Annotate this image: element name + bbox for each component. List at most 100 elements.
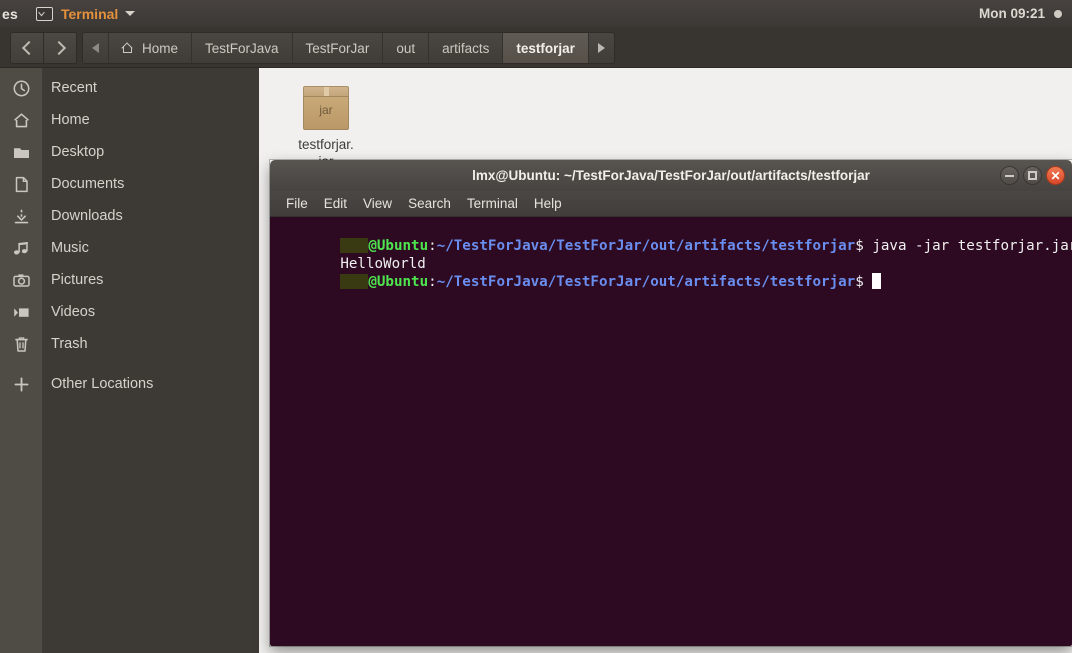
chevron-left-icon bbox=[21, 40, 36, 56]
breadcrumb-item-label: out bbox=[396, 40, 416, 56]
sidebar-item-desktop[interactable]: Desktop bbox=[0, 136, 259, 168]
breadcrumb-item-artifacts[interactable]: artifacts bbox=[429, 33, 504, 63]
top-panel-right: Mon 09:21 bbox=[979, 0, 1072, 27]
breadcrumb-scroll-right-button[interactable] bbox=[588, 33, 614, 63]
triangle-right-icon bbox=[597, 43, 605, 53]
video-icon bbox=[0, 303, 42, 322]
terminal-host: @Ubuntu bbox=[368, 238, 429, 254]
breadcrumb-item-label: testforjar bbox=[516, 40, 575, 56]
terminal-window: lmx@Ubuntu: ~/TestForJava/TestForJar/out… bbox=[270, 160, 1072, 646]
folder-icon bbox=[0, 143, 42, 162]
sidebar-item-label: Recent bbox=[51, 80, 97, 96]
back-button[interactable] bbox=[11, 33, 43, 63]
sidebar-item-label: Music bbox=[51, 240, 89, 256]
home-icon bbox=[0, 111, 42, 130]
maximize-icon bbox=[1028, 171, 1037, 180]
menu-search[interactable]: Search bbox=[400, 196, 459, 211]
app-menu-title[interactable]: Terminal bbox=[61, 6, 118, 22]
sidebar-item-music[interactable]: Music bbox=[0, 232, 259, 264]
sidebar-item-label: Videos bbox=[51, 304, 96, 320]
download-icon bbox=[0, 207, 42, 226]
unity-top-panel: es Terminal Mon 09:21 bbox=[0, 0, 1072, 27]
sidebar-item-downloads[interactable]: Downloads bbox=[0, 200, 259, 232]
music-note-icon bbox=[0, 239, 42, 258]
breadcrumb-item-label: artifacts bbox=[442, 40, 490, 56]
breadcrumb-item-label: TestForJar bbox=[305, 40, 370, 56]
terminal-sigil: $ bbox=[855, 238, 864, 254]
terminal-separator: : bbox=[428, 274, 437, 290]
terminal-title: lmx@Ubuntu: ~/TestForJava/TestForJar/out… bbox=[472, 168, 870, 183]
breadcrumb-item-testforjar-current[interactable]: testforjar bbox=[503, 33, 589, 63]
terminal-separator: : bbox=[428, 238, 437, 254]
jar-icon-label: jar bbox=[319, 103, 333, 117]
menu-file[interactable]: File bbox=[278, 196, 316, 211]
sidebar-item-other-locations[interactable]: Other Locations bbox=[0, 368, 259, 400]
terminal-path: ~/TestForJava/TestForJar/out/artifacts/t… bbox=[436, 274, 856, 290]
camera-icon bbox=[0, 271, 42, 290]
chevron-down-icon[interactable] bbox=[125, 11, 136, 16]
menu-terminal[interactable]: Terminal bbox=[459, 196, 526, 211]
sidebar-item-home[interactable]: Home bbox=[0, 104, 259, 136]
top-panel-left: es Terminal bbox=[0, 0, 136, 27]
file-item-name-line1: testforjar. bbox=[298, 137, 354, 152]
navigation-buttons bbox=[10, 32, 77, 64]
chevron-right-icon bbox=[51, 40, 66, 56]
global-menu-truncated-label: es bbox=[2, 5, 18, 22]
breadcrumb-item-label: TestForJava bbox=[205, 40, 279, 56]
terminal-titlebar[interactable]: lmx@Ubuntu: ~/TestForJava/TestForJar/out… bbox=[270, 160, 1072, 191]
sidebar-item-trash[interactable]: Trash bbox=[0, 328, 259, 360]
menu-edit[interactable]: Edit bbox=[316, 196, 355, 211]
breadcrumb-item-testforjava[interactable]: TestForJava bbox=[192, 33, 293, 63]
places-sidebar: Recent Home Desktop Documents Downloads … bbox=[0, 68, 259, 653]
file-manager-toolbar: Home TestForJava TestForJar out artifact… bbox=[0, 27, 1072, 68]
terminal-output-text: HelloWorld bbox=[340, 256, 426, 272]
close-icon: ✕ bbox=[1050, 168, 1061, 183]
desktop-screen: es Terminal Mon 09:21 Home TestForJava T… bbox=[0, 0, 1072, 653]
breadcrumb-item-testforjar[interactable]: TestForJar bbox=[292, 33, 384, 63]
sidebar-item-videos[interactable]: Videos bbox=[0, 296, 259, 328]
clock-icon bbox=[0, 79, 42, 98]
sidebar-item-recent[interactable]: Recent bbox=[0, 72, 259, 104]
breadcrumb: Home TestForJava TestForJar out artifact… bbox=[82, 32, 615, 64]
clock-indicator[interactable]: Mon 09:21 bbox=[979, 6, 1045, 21]
terminal-cursor bbox=[872, 273, 882, 289]
sidebar-item-documents[interactable]: Documents bbox=[0, 168, 259, 200]
breadcrumb-item-out[interactable]: out bbox=[383, 33, 430, 63]
breadcrumb-scroll-left-button[interactable] bbox=[83, 33, 109, 63]
sidebar-item-label: Trash bbox=[51, 336, 88, 352]
redacted-username-block bbox=[340, 274, 369, 289]
terminal-command bbox=[864, 274, 873, 290]
maximize-button[interactable] bbox=[1023, 166, 1042, 185]
document-icon bbox=[0, 175, 42, 194]
sidebar-item-label: Desktop bbox=[51, 144, 105, 160]
forward-button[interactable] bbox=[43, 33, 76, 63]
terminal-menubar: File Edit View Search Terminal Help bbox=[270, 191, 1072, 217]
menu-view[interactable]: View bbox=[355, 196, 400, 211]
terminal-host: @Ubuntu bbox=[368, 274, 429, 290]
sidebar-item-pictures[interactable]: Pictures bbox=[0, 264, 259, 296]
sidebar-item-label: Documents bbox=[51, 176, 125, 192]
file-item-testforjar-jar[interactable]: jar testforjar. jar bbox=[278, 72, 374, 170]
menu-help[interactable]: Help bbox=[526, 196, 570, 211]
home-icon bbox=[122, 42, 135, 54]
sidebar-item-label: Pictures bbox=[51, 272, 104, 288]
system-menu-icon[interactable] bbox=[1054, 9, 1062, 18]
sidebar-item-label: Home bbox=[51, 112, 90, 128]
plus-icon bbox=[0, 375, 42, 394]
trash-icon bbox=[0, 335, 42, 354]
triangle-left-icon bbox=[92, 43, 99, 53]
close-button[interactable]: ✕ bbox=[1046, 166, 1065, 185]
sidebar-item-label: Other Locations bbox=[51, 376, 154, 392]
breadcrumb-item-home[interactable]: Home bbox=[109, 33, 193, 63]
breadcrumb-item-label: Home bbox=[142, 40, 179, 56]
minimize-icon bbox=[1005, 174, 1014, 177]
terminal-line-prompt-1: @Ubuntu:~/TestForJava/TestForJar/out/art… bbox=[270, 219, 1072, 254]
redacted-username-block bbox=[340, 238, 369, 253]
jar-archive-icon: jar bbox=[303, 86, 349, 130]
terminal-sigil: $ bbox=[855, 274, 864, 290]
terminal-path: ~/TestForJava/TestForJar/out/artifacts/t… bbox=[436, 238, 856, 254]
sidebar-item-label: Downloads bbox=[51, 208, 123, 224]
terminal-output-area[interactable]: @Ubuntu:~/TestForJava/TestForJar/out/art… bbox=[270, 217, 1072, 646]
terminal-icon bbox=[35, 6, 53, 21]
minimize-button[interactable] bbox=[1000, 166, 1019, 185]
